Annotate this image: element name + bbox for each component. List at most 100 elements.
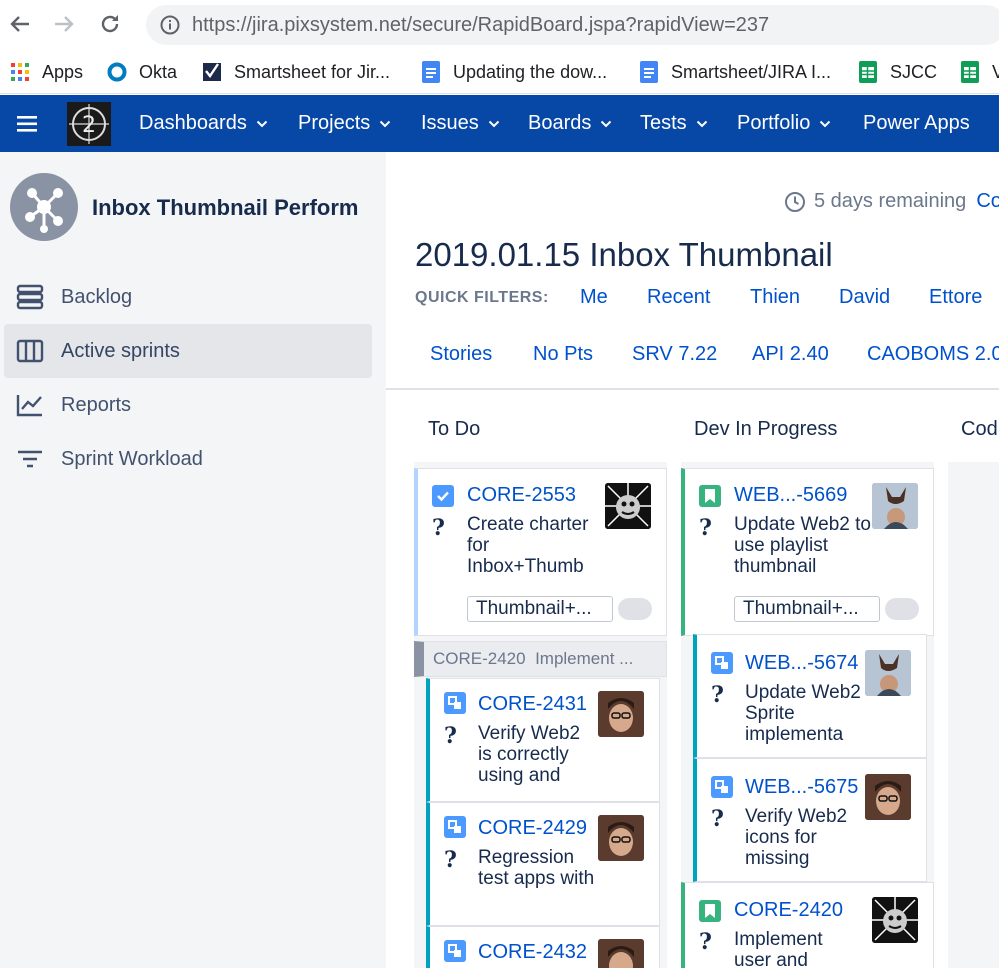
url-path: /secure/RapidBoard.jspa?rapidView=237	[406, 13, 770, 36]
quick-filter-ettore[interactable]: Ettore	[929, 286, 982, 309]
filter-lines-icon	[14, 443, 46, 475]
subtask-card[interactable]: CORE-2429 ? Regression test apps with	[426, 802, 660, 926]
nav-power-apps[interactable]: Power Apps	[863, 95, 970, 152]
google-doc-icon	[421, 61, 441, 83]
forward-arrow-icon	[55, 16, 74, 32]
epic-label[interactable]: Thumbnail+...	[467, 596, 613, 622]
quick-filter-me[interactable]: Me	[580, 286, 608, 309]
reload-icon	[101, 15, 119, 33]
jira-logo[interactable]: 2	[67, 95, 111, 152]
nav-boards[interactable]: Boards	[528, 95, 612, 152]
sidebar-item-reports[interactable]: Reports	[4, 378, 372, 432]
epic-label[interactable]: Thumbnail+...	[734, 596, 880, 622]
issue-key[interactable]: CORE-2429	[478, 817, 587, 840]
issue-summary: Verify Web2 icons for missing	[745, 806, 848, 869]
issue-card[interactable]: CORE-2420 ? Implement user and	[681, 882, 934, 968]
quick-filter-thien[interactable]: Thien	[750, 286, 800, 309]
sidebar-item-label: Active sprints	[61, 339, 180, 362]
parent-issue-header[interactable]: CORE-2420 Implement ...	[414, 641, 667, 677]
project-avatar[interactable]	[10, 173, 78, 241]
assignee-avatar	[605, 483, 651, 529]
priority-unknown-icon: ?	[444, 847, 457, 873]
quick-filter-no-pts[interactable]: No Pts	[533, 343, 593, 366]
subtask-icon	[711, 652, 733, 674]
issue-summary: Regression test apps with	[478, 847, 595, 889]
bookmark-label: Smartsheet for Jir...	[234, 61, 391, 82]
subtask-card[interactable]: WEB...-5675 ? Verify Web2 icons for miss…	[693, 758, 927, 882]
bookmark-overflow[interactable]: V	[960, 58, 999, 86]
nav-tests[interactable]: Tests	[640, 95, 708, 152]
sidebar-item-sprint-workload[interactable]: Sprint Workload	[4, 432, 372, 486]
board-columns-icon	[14, 335, 46, 367]
reports-chart-icon	[14, 389, 46, 421]
issue-key[interactable]: CORE-2553	[467, 484, 576, 507]
back-button[interactable]	[6, 10, 34, 38]
bookmark-label: Updating the dow...	[453, 61, 608, 82]
column-header-dev-in-progress: Dev In Progress	[694, 418, 838, 440]
project-network-icon	[25, 188, 63, 233]
nav-projects[interactable]: Projects	[298, 95, 391, 152]
bookmark-smartsheet-jira-doc[interactable]: Smartsheet/JIRA I...	[639, 58, 831, 86]
forward-button[interactable]	[50, 10, 78, 38]
assignee-avatar	[865, 650, 911, 696]
apps-grid-icon	[10, 62, 30, 82]
nav-portfolio[interactable]: Portfolio	[737, 95, 831, 152]
project-name[interactable]: Inbox Thumbnail Perform	[92, 195, 374, 221]
bookmark-apps[interactable]: Apps	[10, 58, 83, 86]
priority-unknown-icon: ?	[444, 723, 457, 749]
issue-key[interactable]: WEB...-5669	[734, 484, 847, 507]
subtask-card[interactable]: CORE-2432	[426, 926, 660, 968]
bookmark-okta[interactable]: Okta	[107, 58, 177, 86]
quick-filter-recent[interactable]: Recent	[647, 286, 710, 309]
parent-issue-text: CORE-2420 Implement ...	[433, 649, 658, 669]
issue-card[interactable]: CORE-2553 ? Create charter for Inbox+Thu…	[414, 468, 667, 636]
column-code	[948, 462, 999, 968]
header-divider	[386, 388, 999, 390]
issue-key[interactable]: CORE-2432	[478, 941, 587, 964]
issue-key[interactable]: WEB...-5674	[745, 652, 858, 675]
quick-filters-label: QUICK FILTERS:	[415, 289, 549, 306]
priority-unknown-icon: ?	[699, 515, 712, 541]
quick-filter-david[interactable]: David	[839, 286, 890, 309]
chevron-down-icon	[696, 120, 707, 127]
issue-summary: Create charter for Inbox+Thumb	[467, 514, 589, 577]
issue-card[interactable]: WEB...-5669 ? Update Web2 to use playlis…	[681, 468, 934, 636]
browser-toolbar: https://jira.pixsystem.net/secure/RapidB…	[0, 0, 999, 50]
nav-label: Tests	[640, 112, 687, 134]
quick-filter-caoboms[interactable]: CAOBOMS 2.0	[867, 343, 999, 366]
subtask-icon	[711, 776, 733, 798]
url-text: https://jira.pixsystem.net/secure/RapidB…	[192, 14, 769, 37]
nav-dashboards[interactable]: Dashboards	[139, 95, 268, 152]
priority-unknown-icon: ?	[432, 515, 445, 541]
issue-key[interactable]: CORE-2420	[734, 899, 843, 922]
complete-sprint-link[interactable]: Co	[976, 190, 999, 213]
bookmark-smartsheet-jira[interactable]: Smartsheet for Jir...	[202, 58, 390, 86]
sidebar-item-active-sprints[interactable]: Active sprints	[4, 324, 372, 378]
backlog-icon	[14, 281, 46, 313]
okta-icon	[107, 62, 127, 82]
sidebar-item-label: Reports	[61, 393, 132, 416]
quick-filter-api[interactable]: API 2.40	[752, 343, 829, 366]
bookmark-sjcc[interactable]: SJCC	[858, 58, 937, 86]
nav-label: Issues	[421, 112, 479, 134]
issue-key[interactable]: WEB...-5675	[745, 776, 858, 799]
remaining-text: 5 days remaining	[814, 190, 967, 212]
subtask-card[interactable]: WEB...-5674 ? Update Web2 Sprite impleme…	[693, 634, 927, 758]
bookmark-updating-doc[interactable]: Updating the dow...	[421, 58, 607, 86]
nav-issues[interactable]: Issues	[421, 95, 500, 152]
sidebar-item-backlog[interactable]: Backlog	[4, 270, 372, 324]
jira-top-nav: 2 Dashboards Projects Issues Boards Test…	[0, 95, 999, 152]
address-bar[interactable]: https://jira.pixsystem.net/secure/RapidB…	[146, 5, 999, 45]
quick-filter-stories[interactable]: Stories	[430, 343, 492, 366]
bookmark-label: SJCC	[890, 61, 938, 82]
hamburger-menu-button[interactable]	[17, 95, 39, 152]
nav-label: Projects	[298, 112, 371, 134]
chevron-down-icon	[380, 120, 391, 127]
quick-filter-srv[interactable]: SRV 7.22	[632, 343, 717, 366]
info-icon	[160, 15, 180, 35]
reload-button[interactable]	[96, 10, 124, 38]
subtask-card[interactable]: CORE-2431 ? Verify Web2 is correctly usi…	[426, 678, 660, 802]
sprint-title: 2019.01.15 Inbox Thumbnail	[415, 236, 833, 273]
assignee-avatar	[598, 691, 644, 737]
issue-key[interactable]: CORE-2431	[478, 693, 587, 716]
